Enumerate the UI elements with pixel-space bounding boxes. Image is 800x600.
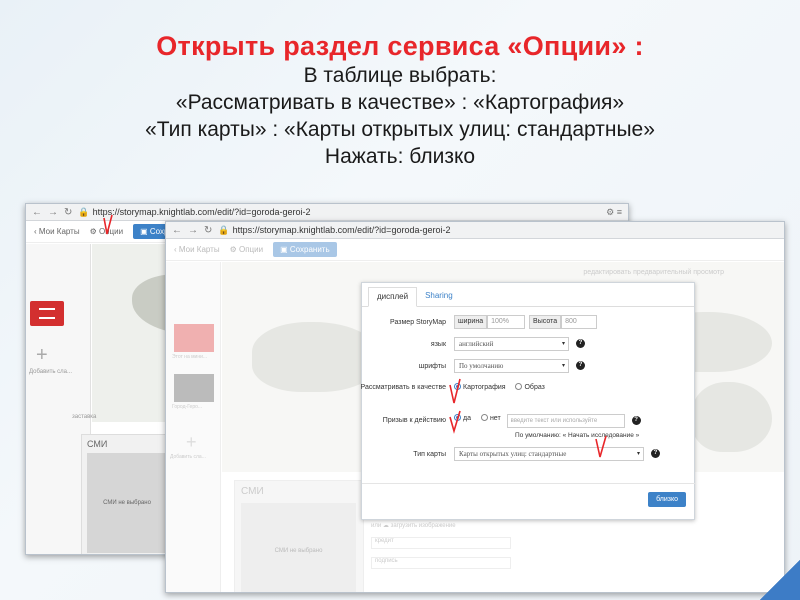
map-type-select[interactable]: Карты открытых улиц: стандартные ▾ [454, 447, 644, 461]
url-text[interactable]: https://storymap.knightlab.com/edit/?id=… [93, 207, 311, 217]
settings-icon[interactable]: ⚙ ≡ [606, 207, 622, 218]
radio-cta-no[interactable]: нет [480, 414, 501, 422]
instruction-line: «Тип карты» : «Карты открытых улиц: стан… [145, 118, 655, 141]
gear-icon: ⚙ [229, 245, 237, 254]
media-placeholder[interactable]: СМИ не выбрано [87, 453, 167, 553]
slide-title: Открыть раздел сервиса «Опции» : [156, 31, 644, 61]
width-addon: ширина [454, 315, 488, 329]
address-bar: ← → ↻ 🔒 https://storymap.knightlab.com/e… [166, 222, 784, 239]
help-icon[interactable]: ? [575, 361, 585, 370]
upload-link[interactable]: загрузить изображение [391, 523, 456, 529]
caret-down-icon: ▾ [636, 451, 640, 457]
back-icon[interactable]: ← [32, 207, 42, 218]
cta-default-hint: По умолчанию: « Начать исследование » [515, 432, 640, 439]
media-placeholder[interactable]: СМИ не выбрано [241, 503, 356, 592]
my-maps-link[interactable]: ‹ Мои Карты [174, 245, 220, 254]
url-text[interactable]: https://storymap.knightlab.com/edit/?id=… [233, 225, 451, 235]
fonts-select[interactable]: По умолчанию ▾ [454, 359, 569, 373]
slide-thumbnail[interactable] [30, 301, 64, 326]
credit-field[interactable]: кредит [371, 537, 511, 549]
annotation-check-mark [103, 214, 113, 235]
options-link[interactable]: ⚙ Опции [230, 245, 263, 254]
slide-heading: Открыть раздел сервиса «Опции» : В табли… [0, 30, 800, 170]
annotation-check-mark [595, 435, 607, 458]
annotation-check-mark [449, 410, 461, 434]
map-caption: заставка [72, 414, 97, 420]
tab-sharing[interactable]: Sharing [417, 287, 461, 306]
forward-icon[interactable]: → [188, 225, 198, 236]
browser-window-front: ← → ↻ 🔒 https://storymap.knightlab.com/e… [165, 221, 785, 593]
media-panel: СМИ СМИ не выбрано [81, 434, 173, 554]
save-icon: ▣ [280, 245, 288, 254]
map-type-label: Тип карты [413, 451, 446, 458]
dialog-footer: близко [362, 483, 696, 519]
reload-icon[interactable]: ↻ [204, 225, 212, 236]
cta-label: Призыв к действию [382, 417, 446, 424]
add-slide-label: Добавить сла... [29, 369, 73, 375]
height-addon: Высота [529, 315, 562, 329]
app-toolbar: ‹ Мои Карты ⚙ Опции ▣ Сохранить [166, 239, 784, 261]
help-icon[interactable]: ? [575, 339, 585, 348]
instruction-line: В таблице выбрать: [303, 64, 497, 87]
slide-thumbnail[interactable] [174, 324, 214, 352]
address-bar: ← → ↻ 🔒 https://storymap.knightlab.com/e… [26, 204, 628, 221]
annotation-check-mark [449, 378, 461, 404]
size-label: Размер StoryMap [390, 319, 446, 326]
language-label: язык [430, 341, 446, 348]
or-label: или [371, 523, 382, 529]
media-form: или ☁ загрузить изображение кредит подпи… [371, 522, 511, 569]
help-icon[interactable]: ? [650, 449, 660, 458]
forward-icon[interactable]: → [48, 207, 58, 218]
upload-icon: ☁ [382, 523, 389, 529]
height-input[interactable]: 800 [561, 315, 598, 329]
reload-icon[interactable]: ↻ [64, 207, 72, 218]
close-button[interactable]: близко [648, 492, 686, 507]
radio-empty-icon [480, 414, 488, 421]
save-button[interactable]: ▣ Сохранить [273, 242, 337, 257]
lock-icon: 🔒 [218, 224, 230, 235]
top-links[interactable]: редактировать предварительный просмотр [583, 269, 724, 276]
plus-icon[interactable]: + [36, 344, 48, 367]
treat-as-label: Рассматривать в качестве [360, 384, 446, 391]
caret-down-icon: ▾ [561, 363, 565, 369]
thumb-label: Этот на мини... [172, 354, 208, 360]
thumb-label: Город-Геро... [172, 404, 203, 410]
media-label: СМИ [87, 439, 108, 449]
my-maps-link[interactable]: ‹ Мои Карты [34, 227, 80, 236]
lock-icon: 🔒 [78, 206, 90, 217]
gear-icon: ⚙ [89, 227, 97, 236]
cta-text-input[interactable]: введите текст или используйте [506, 414, 625, 428]
save-icon: ▣ [140, 227, 148, 236]
radio-image[interactable]: Образ [515, 383, 545, 391]
plus-icon[interactable]: + [186, 432, 197, 453]
tab-display[interactable]: дисплей [368, 287, 418, 307]
slides-sidebar: Этот на мини... Город-Геро... + Добавить… [166, 262, 221, 592]
caret-down-icon: ▾ [561, 341, 565, 347]
language-select[interactable]: английский ▾ [454, 337, 569, 351]
slide-corner-decoration [760, 560, 800, 600]
dialog-tabs: дисплей Sharing [362, 283, 694, 307]
width-input[interactable]: 100% [487, 315, 526, 329]
instruction-line: «Рассматривать в качестве» : «Картографи… [175, 91, 625, 114]
instruction-line: Нажать: близко [324, 145, 476, 168]
add-slide-label: Добавить сла... [170, 454, 206, 460]
slide-thumbnail[interactable] [174, 374, 214, 402]
caption-field[interactable]: подпись [371, 557, 511, 569]
media-label: СМИ [241, 486, 264, 497]
help-icon[interactable]: ? [631, 416, 641, 425]
radio-empty-icon [515, 383, 523, 390]
back-icon[interactable]: ← [172, 225, 182, 236]
options-dialog: дисплей Sharing Размер StoryMap ширина 10… [361, 282, 696, 520]
fonts-label: шрифты [418, 363, 446, 370]
media-panel: СМИ СМИ не выбрано [234, 480, 364, 592]
